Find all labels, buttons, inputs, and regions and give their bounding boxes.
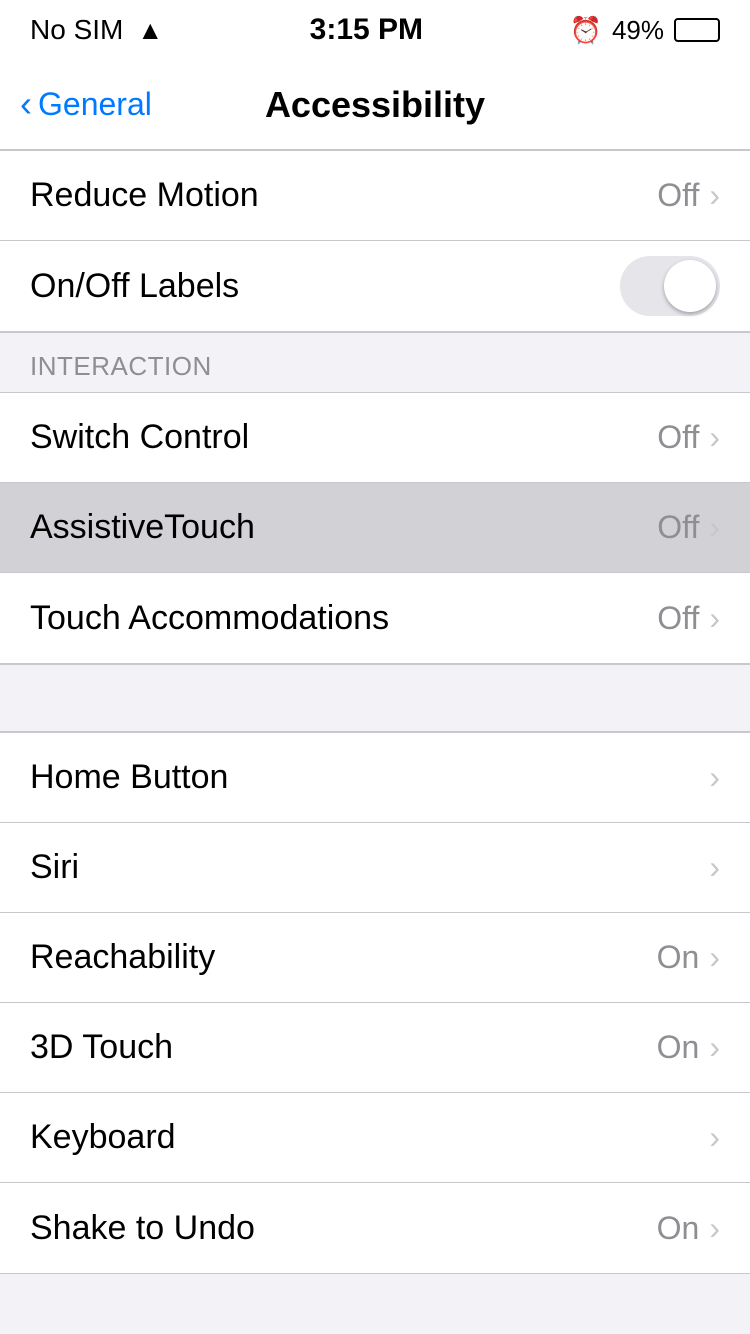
touch-accommodations-right: Off › <box>657 600 720 637</box>
reachability-label: Reachability <box>30 938 215 977</box>
reachability-row[interactable]: Reachability On › <box>0 913 750 1003</box>
home-button-right: › <box>709 759 720 796</box>
reduce-motion-chevron-icon: › <box>709 177 720 214</box>
carrier-label: No SIM <box>30 14 123 46</box>
3d-touch-right: On › <box>657 1029 720 1066</box>
switch-control-right: Off › <box>657 419 720 456</box>
back-chevron-icon: ‹ <box>20 86 32 122</box>
assistive-touch-row[interactable]: AssistiveTouch Off › <box>0 483 750 573</box>
battery-icon <box>674 18 720 42</box>
keyboard-label: Keyboard <box>30 1118 176 1157</box>
touch-accommodations-label: Touch Accommodations <box>30 599 389 638</box>
reduce-motion-value: Off <box>657 177 699 214</box>
3d-touch-label: 3D Touch <box>30 1028 173 1067</box>
reachability-right: On › <box>657 939 720 976</box>
onoff-labels-toggle[interactable] <box>620 256 720 316</box>
status-bar: No SIM ▲ 3:15 PM ⏰ 49% <box>0 0 750 60</box>
shake-to-undo-label: Shake to Undo <box>30 1209 255 1248</box>
keyboard-right: › <box>709 1119 720 1156</box>
siri-label: Siri <box>30 848 79 887</box>
misc-section: Home Button › Siri › Reachability On › 3… <box>0 732 750 1274</box>
nav-bar: ‹ General Accessibility <box>0 60 750 150</box>
onoff-labels-row[interactable]: On/Off Labels <box>0 241 750 331</box>
misc-list: Home Button › Siri › Reachability On › 3… <box>0 732 750 1274</box>
siri-right: › <box>709 849 720 886</box>
assistive-touch-right: Off › <box>657 509 720 546</box>
status-right: ⏰ 49% <box>570 15 720 46</box>
switch-control-chevron-icon: › <box>709 419 720 456</box>
assistive-touch-value: Off <box>657 509 699 546</box>
assistive-touch-chevron-icon: › <box>709 509 720 546</box>
interaction-header: INTERACTION <box>0 332 750 392</box>
interaction-section: INTERACTION Switch Control Off › Assisti… <box>0 332 750 664</box>
touch-accommodations-row[interactable]: Touch Accommodations Off › <box>0 573 750 663</box>
keyboard-row[interactable]: Keyboard › <box>0 1093 750 1183</box>
back-label: General <box>38 86 152 123</box>
interaction-list: Switch Control Off › AssistiveTouch Off … <box>0 392 750 664</box>
shake-to-undo-value: On <box>657 1210 700 1247</box>
status-left: No SIM ▲ <box>30 14 163 46</box>
home-button-chevron-icon: › <box>709 759 720 796</box>
page-title: Accessibility <box>265 84 485 126</box>
reduce-motion-right: Off › <box>657 177 720 214</box>
onoff-labels-right <box>620 256 720 316</box>
status-time: 3:15 PM <box>310 13 423 47</box>
switch-control-value: Off <box>657 419 699 456</box>
battery-percent: 49% <box>612 15 664 46</box>
reachability-chevron-icon: › <box>709 939 720 976</box>
siri-chevron-icon: › <box>709 849 720 886</box>
reduce-motion-label: Reduce Motion <box>30 176 259 215</box>
wifi-icon: ▲ <box>137 15 163 46</box>
motion-section: Reduce Motion Off › On/Off Labels <box>0 150 750 332</box>
shake-to-undo-row[interactable]: Shake to Undo On › <box>0 1183 750 1273</box>
section-spacer <box>0 664 750 732</box>
reduce-motion-row[interactable]: Reduce Motion Off › <box>0 151 750 241</box>
motion-list: Reduce Motion Off › On/Off Labels <box>0 150 750 332</box>
touch-accommodations-value: Off <box>657 600 699 637</box>
reachability-value: On <box>657 939 700 976</box>
switch-control-label: Switch Control <box>30 418 249 457</box>
home-button-row[interactable]: Home Button › <box>0 733 750 823</box>
onoff-labels-label: On/Off Labels <box>30 267 239 306</box>
back-button[interactable]: ‹ General <box>20 86 152 123</box>
alarm-icon: ⏰ <box>570 15 602 46</box>
3d-touch-value: On <box>657 1029 700 1066</box>
3d-touch-row[interactable]: 3D Touch On › <box>0 1003 750 1093</box>
shake-to-undo-right: On › <box>657 1210 720 1247</box>
switch-control-row[interactable]: Switch Control Off › <box>0 393 750 483</box>
home-button-label: Home Button <box>30 758 228 797</box>
shake-to-undo-chevron-icon: › <box>709 1210 720 1247</box>
toggle-knob <box>664 260 716 312</box>
3d-touch-chevron-icon: › <box>709 1029 720 1066</box>
touch-accommodations-chevron-icon: › <box>709 600 720 637</box>
keyboard-chevron-icon: › <box>709 1119 720 1156</box>
siri-row[interactable]: Siri › <box>0 823 750 913</box>
assistive-touch-label: AssistiveTouch <box>30 508 255 547</box>
